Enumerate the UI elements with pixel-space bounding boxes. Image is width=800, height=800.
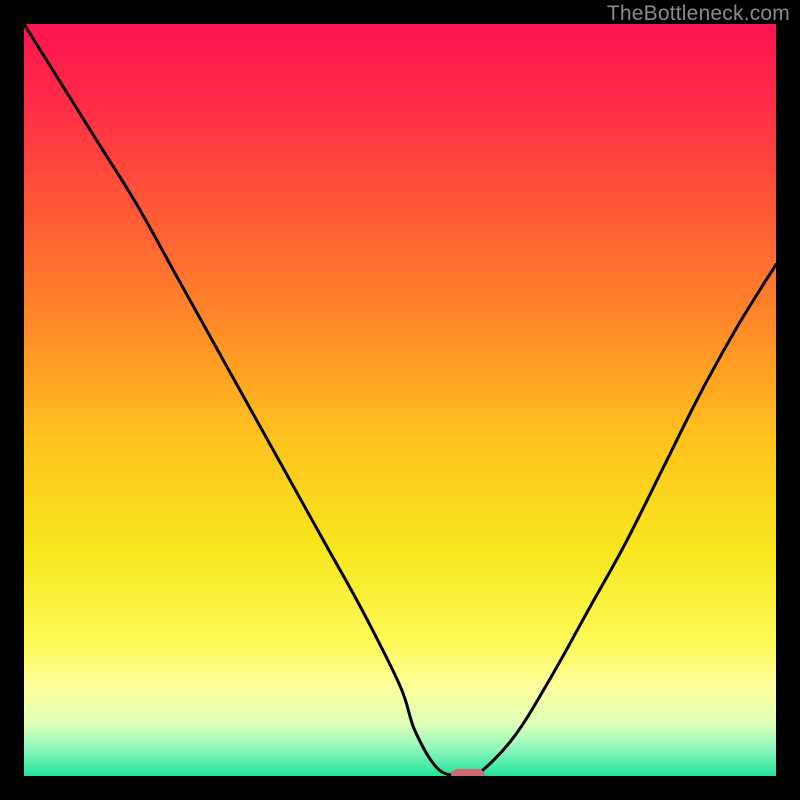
plot-area: [24, 24, 776, 776]
background-gradient: [24, 24, 776, 776]
optimal-marker: [451, 769, 485, 776]
watermark-text: TheBottleneck.com: [607, 2, 790, 26]
chart-frame: TheBottleneck.com: [0, 0, 800, 800]
